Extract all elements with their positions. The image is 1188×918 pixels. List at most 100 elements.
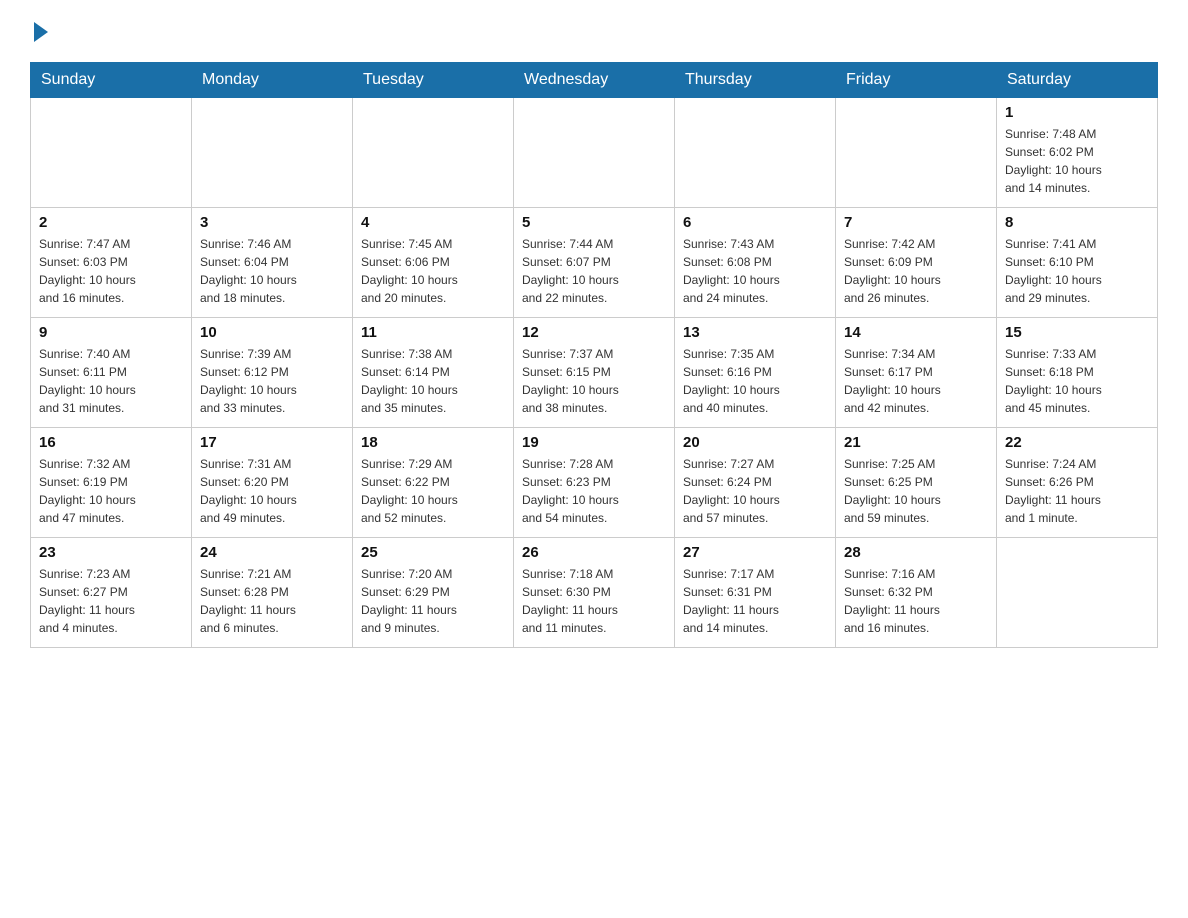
weekday-header-thursday: Thursday (675, 63, 836, 98)
calendar-cell: 20 Sunrise: 7:27 AM Sunset: 6:24 PM Dayli… (675, 428, 836, 538)
calendar-week-row: 9 Sunrise: 7:40 AM Sunset: 6:11 PM Daylig… (31, 318, 1158, 428)
calendar-cell: 10 Sunrise: 7:39 AM Sunset: 6:12 PM Dayli… (192, 318, 353, 428)
day-number: 26 (522, 544, 666, 561)
calendar-week-row: 1 Sunrise: 7:48 AM Sunset: 6:02 PM Daylig… (31, 98, 1158, 208)
calendar-cell: 23Sunrise: 7:23 AM Sunset: 6:27 PM Dayli… (31, 538, 192, 648)
day-number: 2 (39, 214, 183, 231)
day-info: Sunrise: 7:38 AM Sunset: 6:14 PM Dayligh… (361, 345, 505, 417)
calendar-cell: 4 Sunrise: 7:45 AM Sunset: 6:06 PM Daylig… (353, 208, 514, 318)
weekday-header-wednesday: Wednesday (514, 63, 675, 98)
weekday-header-row: SundayMondayTuesdayWednesdayThursdayFrid… (31, 63, 1158, 98)
day-info: Sunrise: 7:44 AM Sunset: 6:07 PM Dayligh… (522, 235, 666, 307)
logo (30, 20, 48, 42)
calendar-cell: 3 Sunrise: 7:46 AM Sunset: 6:04 PM Daylig… (192, 208, 353, 318)
calendar-cell: 11 Sunrise: 7:38 AM Sunset: 6:14 PM Dayli… (353, 318, 514, 428)
day-info: Sunrise: 7:18 AM Sunset: 6:30 PM Dayligh… (522, 565, 666, 637)
day-number: 21 (844, 434, 988, 451)
day-info: Sunrise: 7:46 AM Sunset: 6:04 PM Dayligh… (200, 235, 344, 307)
day-number: 27 (683, 544, 827, 561)
day-info: Sunrise: 7:40 AM Sunset: 6:11 PM Dayligh… (39, 345, 183, 417)
day-info: Sunrise: 7:33 AM Sunset: 6:18 PM Dayligh… (1005, 345, 1149, 417)
day-number: 25 (361, 544, 505, 561)
calendar-cell: 12 Sunrise: 7:37 AM Sunset: 6:15 PM Dayli… (514, 318, 675, 428)
day-info: Sunrise: 7:31 AM Sunset: 6:20 PM Dayligh… (200, 455, 344, 527)
calendar-cell: 26 Sunrise: 7:18 AM Sunset: 6:30 PM Dayli… (514, 538, 675, 648)
calendar-cell (836, 98, 997, 208)
calendar-cell: 17Sunrise: 7:31 AM Sunset: 6:20 PM Dayli… (192, 428, 353, 538)
day-number: 10 (200, 324, 344, 341)
day-number: 3 (200, 214, 344, 231)
calendar-cell (353, 98, 514, 208)
day-info: Sunrise: 7:41 AM Sunset: 6:10 PM Dayligh… (1005, 235, 1149, 307)
day-number: 28 (844, 544, 988, 561)
day-info: Sunrise: 7:35 AM Sunset: 6:16 PM Dayligh… (683, 345, 827, 417)
calendar-cell: 9 Sunrise: 7:40 AM Sunset: 6:11 PM Daylig… (31, 318, 192, 428)
day-info: Sunrise: 7:39 AM Sunset: 6:12 PM Dayligh… (200, 345, 344, 417)
day-number: 4 (361, 214, 505, 231)
day-number: 18 (361, 434, 505, 451)
day-info: Sunrise: 7:29 AM Sunset: 6:22 PM Dayligh… (361, 455, 505, 527)
day-number: 6 (683, 214, 827, 231)
day-number: 1 (1005, 104, 1149, 121)
day-number: 9 (39, 324, 183, 341)
day-info: Sunrise: 7:24 AM Sunset: 6:26 PM Dayligh… (1005, 455, 1149, 527)
day-info: Sunrise: 7:23 AM Sunset: 6:27 PM Dayligh… (39, 565, 183, 637)
calendar-cell: 18 Sunrise: 7:29 AM Sunset: 6:22 PM Dayli… (353, 428, 514, 538)
calendar-cell (514, 98, 675, 208)
calendar-cell: 6 Sunrise: 7:43 AM Sunset: 6:08 PM Daylig… (675, 208, 836, 318)
day-number: 5 (522, 214, 666, 231)
day-number: 20 (683, 434, 827, 451)
day-info: Sunrise: 7:21 AM Sunset: 6:28 PM Dayligh… (200, 565, 344, 637)
calendar-week-row: 2 Sunrise: 7:47 AM Sunset: 6:03 PM Daylig… (31, 208, 1158, 318)
day-number: 11 (361, 324, 505, 341)
weekday-header-monday: Monday (192, 63, 353, 98)
day-number: 16 (39, 434, 183, 451)
calendar-cell: 15 Sunrise: 7:33 AM Sunset: 6:18 PM Dayli… (997, 318, 1158, 428)
calendar-table: SundayMondayTuesdayWednesdayThursdayFrid… (30, 62, 1158, 648)
day-number: 15 (1005, 324, 1149, 341)
calendar-cell: 7 Sunrise: 7:42 AM Sunset: 6:09 PM Daylig… (836, 208, 997, 318)
calendar-cell: 27 Sunrise: 7:17 AM Sunset: 6:31 PM Dayli… (675, 538, 836, 648)
weekday-header-friday: Friday (836, 63, 997, 98)
calendar-cell (997, 538, 1158, 648)
day-info: Sunrise: 7:45 AM Sunset: 6:06 PM Dayligh… (361, 235, 505, 307)
day-number: 7 (844, 214, 988, 231)
calendar-cell (31, 98, 192, 208)
day-info: Sunrise: 7:27 AM Sunset: 6:24 PM Dayligh… (683, 455, 827, 527)
weekday-header-sunday: Sunday (31, 63, 192, 98)
calendar-cell: 19 Sunrise: 7:28 AM Sunset: 6:23 PM Dayli… (514, 428, 675, 538)
calendar-cell: 13 Sunrise: 7:35 AM Sunset: 6:16 PM Dayli… (675, 318, 836, 428)
day-info: Sunrise: 7:16 AM Sunset: 6:32 PM Dayligh… (844, 565, 988, 637)
calendar-cell: 2 Sunrise: 7:47 AM Sunset: 6:03 PM Daylig… (31, 208, 192, 318)
day-info: Sunrise: 7:32 AM Sunset: 6:19 PM Dayligh… (39, 455, 183, 527)
calendar-cell (675, 98, 836, 208)
calendar-cell: 21Sunrise: 7:25 AM Sunset: 6:25 PM Dayli… (836, 428, 997, 538)
day-number: 8 (1005, 214, 1149, 231)
day-info: Sunrise: 7:28 AM Sunset: 6:23 PM Dayligh… (522, 455, 666, 527)
day-info: Sunrise: 7:42 AM Sunset: 6:09 PM Dayligh… (844, 235, 988, 307)
calendar-cell: 8 Sunrise: 7:41 AM Sunset: 6:10 PM Daylig… (997, 208, 1158, 318)
calendar-week-row: 16 Sunrise: 7:32 AM Sunset: 6:19 PM Dayli… (31, 428, 1158, 538)
calendar-cell: 22 Sunrise: 7:24 AM Sunset: 6:26 PM Dayli… (997, 428, 1158, 538)
logo-arrow-icon (34, 22, 48, 42)
day-number: 24 (200, 544, 344, 561)
day-info: Sunrise: 7:48 AM Sunset: 6:02 PM Dayligh… (1005, 125, 1149, 197)
day-number: 19 (522, 434, 666, 451)
day-number: 13 (683, 324, 827, 341)
day-info: Sunrise: 7:37 AM Sunset: 6:15 PM Dayligh… (522, 345, 666, 417)
day-number: 12 (522, 324, 666, 341)
day-info: Sunrise: 7:47 AM Sunset: 6:03 PM Dayligh… (39, 235, 183, 307)
weekday-header-tuesday: Tuesday (353, 63, 514, 98)
calendar-cell: 14Sunrise: 7:34 AM Sunset: 6:17 PM Dayli… (836, 318, 997, 428)
day-number: 14 (844, 324, 988, 341)
day-info: Sunrise: 7:17 AM Sunset: 6:31 PM Dayligh… (683, 565, 827, 637)
calendar-cell: 24 Sunrise: 7:21 AM Sunset: 6:28 PM Dayli… (192, 538, 353, 648)
page-header (30, 20, 1158, 42)
calendar-cell: 16 Sunrise: 7:32 AM Sunset: 6:19 PM Dayli… (31, 428, 192, 538)
calendar-week-row: 23Sunrise: 7:23 AM Sunset: 6:27 PM Dayli… (31, 538, 1158, 648)
day-info: Sunrise: 7:43 AM Sunset: 6:08 PM Dayligh… (683, 235, 827, 307)
calendar-cell (192, 98, 353, 208)
day-number: 22 (1005, 434, 1149, 451)
calendar-cell: 5 Sunrise: 7:44 AM Sunset: 6:07 PM Daylig… (514, 208, 675, 318)
weekday-header-saturday: Saturday (997, 63, 1158, 98)
